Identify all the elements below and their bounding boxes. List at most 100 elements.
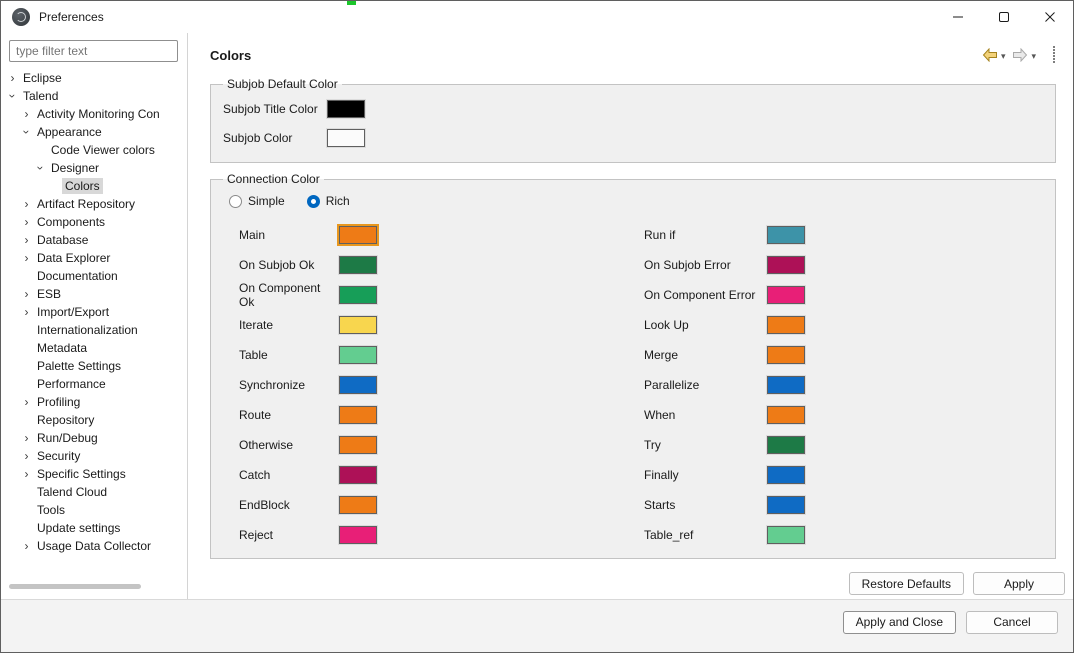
tree-item-import-export[interactable]: › Import/Export — [1, 303, 187, 321]
tree-item-data-explorer[interactable]: › Data Explorer — [1, 249, 187, 267]
chevron-right-icon[interactable]: › — [19, 465, 34, 483]
tree-item-label: Activity Monitoring Con — [37, 107, 160, 121]
connection-style-radios: Simple Rich — [229, 194, 1043, 208]
radio-rich[interactable]: Rich — [306, 194, 350, 208]
tree-item-security[interactable]: › Security — [1, 447, 187, 465]
connection-label: Table_ref — [644, 528, 694, 542]
tree-item-database[interactable]: › Database — [1, 231, 187, 249]
tree-item-label: Components — [37, 215, 106, 229]
back-arrow-icon — [982, 48, 997, 62]
chevron-right-icon[interactable]: › — [19, 231, 34, 249]
back-button[interactable] — [981, 46, 999, 64]
endblock-color-swatch[interactable] — [339, 496, 377, 514]
tree-item-run-debug[interactable]: › Run/Debug — [1, 429, 187, 447]
tree-item-profiling[interactable]: › Profiling — [1, 393, 187, 411]
tree-item-performance[interactable]: Performance — [1, 375, 187, 393]
chevron-right-icon[interactable]: › — [19, 303, 34, 321]
chevron-right-icon[interactable]: › — [19, 537, 34, 555]
restore-defaults-button[interactable]: Restore Defaults — [848, 572, 964, 595]
radio-simple[interactable]: Simple — [229, 194, 285, 208]
connection-label: Table — [239, 348, 268, 362]
tree-item-talend-cloud[interactable]: Talend Cloud — [1, 483, 187, 501]
cancel-button[interactable]: Cancel — [966, 610, 1058, 634]
parallelize-color-swatch[interactable] — [767, 376, 805, 394]
try-color-swatch[interactable] — [767, 436, 805, 454]
merge-color-swatch[interactable] — [767, 346, 805, 364]
run-if-color-swatch[interactable] — [767, 226, 805, 244]
starts-color-swatch[interactable] — [767, 496, 805, 514]
chevron-down-icon[interactable]: › — [18, 125, 36, 140]
tree-item-internationalization[interactable]: Internationalization — [1, 321, 187, 339]
filter-input[interactable] — [9, 40, 178, 62]
tree-item-metadata[interactable]: Metadata — [1, 339, 187, 357]
finally-color-swatch[interactable] — [767, 466, 805, 484]
tree-item-designer[interactable]: › Designer — [1, 159, 187, 177]
chevron-right-icon[interactable]: › — [19, 429, 34, 447]
tree-item-talend[interactable]: › Talend — [1, 87, 187, 105]
forward-button[interactable] — [1011, 46, 1029, 64]
connection-row-try: Try — [644, 430, 805, 460]
horizontal-scrollbar[interactable] — [9, 583, 179, 591]
main-color-swatch[interactable] — [339, 226, 377, 244]
on-component-ok-color-swatch[interactable] — [339, 286, 377, 304]
connection-row-on-subjob-ok: On Subjob Ok — [239, 250, 644, 280]
close-button[interactable] — [1027, 1, 1073, 33]
tree-item-label: Profiling — [37, 395, 81, 409]
tree-item-palette-settings[interactable]: Palette Settings — [1, 357, 187, 375]
table-ref-color-swatch[interactable] — [767, 526, 805, 544]
tree-item-activity-monitoring-con[interactable]: › Activity Monitoring Con — [1, 105, 187, 123]
look-up-color-swatch[interactable] — [767, 316, 805, 334]
synchronize-color-swatch[interactable] — [339, 376, 377, 394]
apply-and-close-button[interactable]: Apply and Close — [842, 610, 956, 634]
connection-label: Try — [644, 438, 661, 452]
chevron-right-icon[interactable]: › — [19, 213, 34, 231]
chevron-right-icon[interactable]: › — [19, 393, 34, 411]
tree-item-repository[interactable]: Repository — [1, 411, 187, 429]
tree-item-artifact-repository[interactable]: › Artifact Repository — [1, 195, 187, 213]
tree-item-documentation[interactable]: Documentation — [1, 267, 187, 285]
tree-item-components[interactable]: › Components — [1, 213, 187, 231]
tree-item-usage-data-collector[interactable]: › Usage Data Collector — [1, 537, 187, 555]
when-color-swatch[interactable] — [767, 406, 805, 424]
chevron-right-icon[interactable]: › — [19, 447, 34, 465]
forward-dropdown-chevron-icon[interactable]: ▾ — [1031, 51, 1036, 62]
minimize-button[interactable] — [935, 1, 981, 33]
on-component-error-color-swatch[interactable] — [767, 286, 805, 304]
back-dropdown-chevron-icon[interactable]: ▾ — [1001, 51, 1006, 62]
reject-color-swatch[interactable] — [339, 526, 377, 544]
chevron-down-icon[interactable]: › — [32, 161, 50, 176]
subjob-title-color-swatch[interactable] — [327, 100, 365, 118]
tree-item-esb[interactable]: › ESB — [1, 285, 187, 303]
chevron-right-icon[interactable]: › — [19, 249, 34, 267]
tree-item-label: Internationalization — [37, 323, 138, 337]
group-title: Connection Color — [227, 172, 320, 186]
iterate-color-swatch[interactable] — [339, 316, 377, 334]
on-subjob-error-color-swatch[interactable] — [767, 256, 805, 274]
tree-item-specific-settings[interactable]: › Specific Settings — [1, 465, 187, 483]
apply-button[interactable]: Apply — [973, 572, 1065, 595]
chevron-right-icon[interactable]: › — [19, 285, 34, 303]
otherwise-color-swatch[interactable] — [339, 436, 377, 454]
tree-item-colors[interactable]: Colors — [1, 177, 187, 195]
tree-item-label: Metadata — [37, 341, 88, 355]
chevron-right-icon[interactable]: › — [19, 195, 34, 213]
tree-item-eclipse[interactable]: › Eclipse — [1, 69, 187, 87]
route-color-swatch[interactable] — [339, 406, 377, 424]
tree-item-label: Appearance — [37, 125, 102, 139]
subjob-row-subjob-color: Subjob Color — [223, 125, 1043, 151]
subjob-color-swatch[interactable] — [327, 129, 365, 147]
table-color-swatch[interactable] — [339, 346, 377, 364]
view-menu-icon[interactable] — [1052, 45, 1056, 65]
tree-item-appearance[interactable]: › Appearance — [1, 123, 187, 141]
chevron-down-icon[interactable]: › — [4, 89, 22, 104]
catch-color-swatch[interactable] — [339, 466, 377, 484]
tree-item-code-viewer-colors[interactable]: Code Viewer colors — [1, 141, 187, 159]
tree-item-update-settings[interactable]: Update settings — [1, 519, 187, 537]
on-subjob-ok-color-swatch[interactable] — [339, 256, 377, 274]
chevron-right-icon[interactable]: › — [19, 105, 34, 123]
chevron-right-icon[interactable]: › — [5, 69, 20, 87]
tree-item-tools[interactable]: Tools — [1, 501, 187, 519]
scrollbar-thumb[interactable] — [9, 584, 141, 589]
connection-row-synchronize: Synchronize — [239, 370, 644, 400]
maximize-button[interactable] — [981, 1, 1027, 33]
